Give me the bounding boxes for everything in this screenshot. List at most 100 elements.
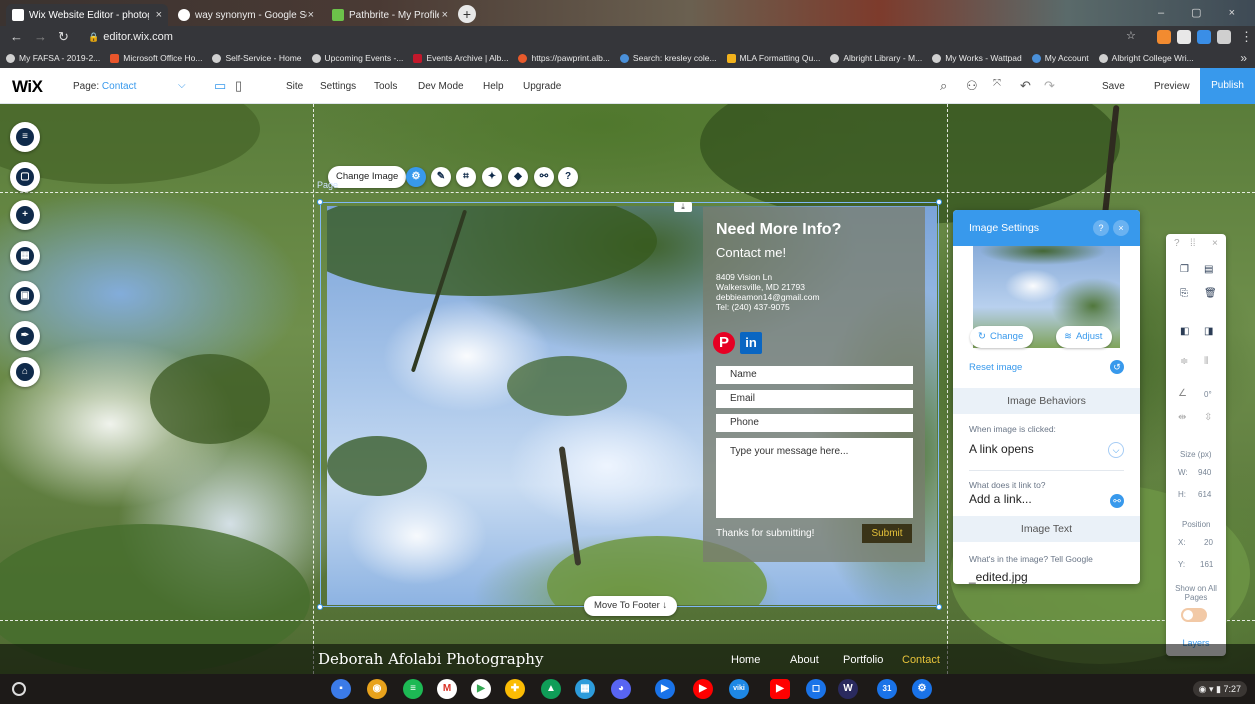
reset-icon[interactable]: ↺ bbox=[1110, 360, 1124, 374]
drive-app-icon[interactable]: ▲ bbox=[541, 679, 561, 699]
redo-icon[interactable]: ↷ bbox=[1044, 78, 1055, 94]
chrome-app-icon[interactable]: ◉ bbox=[367, 679, 387, 699]
align-icon[interactable]: ≑ bbox=[1180, 356, 1188, 367]
wix-logo[interactable]: WiX bbox=[12, 77, 43, 97]
flip-horizontal-icon[interactable]: ⇹ bbox=[1178, 412, 1186, 423]
anchor-icon[interactable]: ⤓ bbox=[674, 202, 692, 212]
close-icon[interactable]: × bbox=[1212, 238, 1218, 249]
bookmark-item[interactable]: My Works - Wattpad bbox=[932, 53, 1022, 63]
extension-icon[interactable] bbox=[1157, 30, 1171, 44]
distribute-icon[interactable]: ⦀ bbox=[1204, 356, 1208, 367]
message-field[interactable]: Type your message here... bbox=[716, 438, 913, 518]
menu-dev-mode[interactable]: Dev Mode bbox=[418, 81, 464, 92]
tab-close-icon[interactable]: × bbox=[156, 9, 162, 21]
bookmark-item[interactable]: My FAFSA - 2019-2... bbox=[6, 53, 100, 63]
phone-field[interactable]: Phone bbox=[716, 414, 913, 432]
menu-upgrade[interactable]: Upgrade bbox=[523, 81, 561, 92]
spotify-app-icon[interactable]: ≡ bbox=[403, 679, 423, 699]
desktop-view-icon[interactable]: ▭ bbox=[214, 78, 226, 94]
chevron-down-icon[interactable]: ⌵ bbox=[1108, 442, 1124, 458]
footer-nav-contact[interactable]: Contact bbox=[902, 654, 940, 666]
email-address[interactable]: debbieamon14@gmail.com bbox=[716, 292, 820, 302]
linkedin-icon[interactable]: in bbox=[740, 332, 762, 354]
youtube-music-app-icon[interactable]: ▶ bbox=[693, 679, 713, 699]
flip-vertical-icon[interactable]: ⇳ bbox=[1204, 412, 1212, 423]
bring-forward-icon[interactable]: ◧ bbox=[1180, 326, 1189, 337]
blog-button[interactable]: ✒ bbox=[10, 321, 40, 351]
extension-icon[interactable] bbox=[1177, 30, 1191, 44]
show-on-all-pages-toggle[interactable] bbox=[1181, 608, 1207, 622]
reset-image-link[interactable]: Reset image bbox=[969, 362, 1022, 373]
crop-icon[interactable]: ⌗ bbox=[456, 167, 476, 187]
reload-icon[interactable]: ↻ bbox=[58, 29, 69, 45]
add-apps-button[interactable]: ▦ bbox=[10, 241, 40, 271]
page-selector[interactable]: Page: Contact bbox=[73, 81, 136, 92]
height-value[interactable]: 614 bbox=[1198, 490, 1211, 499]
settings-app-icon[interactable]: ⚙ bbox=[912, 679, 932, 699]
alt-text-field[interactable]: _edited.jpg bbox=[969, 570, 1028, 584]
photos-app-icon[interactable]: ✚ bbox=[505, 679, 525, 699]
tab-pathbrite[interactable]: Pathbrite - My Profile × bbox=[326, 4, 454, 26]
media-app-icon[interactable]: ▶ bbox=[655, 679, 675, 699]
screen-capture-app-icon[interactable]: ◻ bbox=[806, 679, 826, 699]
bookmark-item[interactable]: Microsoft Office Ho... bbox=[110, 53, 202, 63]
duplicate-icon[interactable]: ⎘ bbox=[1180, 288, 1188, 299]
preview-button[interactable]: Preview bbox=[1154, 81, 1190, 92]
footer-nav-home[interactable]: Home bbox=[731, 654, 760, 666]
bookmark-item[interactable]: Albright College Wri... bbox=[1098, 53, 1194, 63]
discord-app-icon[interactable]: ◕ bbox=[611, 679, 631, 699]
delete-icon[interactable]: 🗑 bbox=[1204, 288, 1217, 299]
extension-icon[interactable] bbox=[1197, 30, 1211, 44]
media-manager-button[interactable]: ▣ bbox=[10, 281, 40, 311]
business-tools-button[interactable]: ⌂ bbox=[10, 357, 40, 387]
menu-help[interactable]: Help bbox=[483, 81, 504, 92]
help-icon[interactable]: ? bbox=[558, 167, 578, 187]
add-link-field[interactable]: Add a link... bbox=[969, 492, 1032, 506]
browser-menu-icon[interactable]: ⋮ bbox=[1240, 29, 1253, 45]
undo-icon[interactable]: ↶ bbox=[1020, 78, 1031, 94]
bookmark-item[interactable]: Self-Service - Home bbox=[212, 53, 302, 63]
collaborators-icon[interactable]: ⚇ bbox=[966, 78, 978, 94]
settings-gear-icon[interactable]: ⚙ bbox=[406, 167, 426, 187]
paste-icon[interactable]: ▤ bbox=[1204, 264, 1213, 275]
chevron-down-icon[interactable]: ⌵ bbox=[178, 80, 186, 91]
bookmark-star-icon[interactable]: ☆ bbox=[1126, 29, 1136, 42]
menu-site[interactable]: Site bbox=[286, 81, 303, 92]
help-icon[interactable]: ? bbox=[1174, 238, 1180, 249]
fit-to-screen-icon[interactable]: ⤧ bbox=[993, 78, 1001, 89]
site-design-button[interactable]: ▢ bbox=[10, 162, 40, 192]
extensions-puzzle-icon[interactable] bbox=[1217, 30, 1231, 44]
bookmark-item[interactable]: My Account bbox=[1031, 53, 1089, 63]
tab-wix-editor[interactable]: Wix Website Editor - photography × bbox=[6, 4, 168, 26]
bookmark-item[interactable]: Albright Library - M... bbox=[830, 53, 922, 63]
footer-nav-portfolio[interactable]: Portfolio bbox=[843, 654, 883, 666]
play-store-app-icon[interactable]: ▶ bbox=[471, 679, 491, 699]
footer-nav-about[interactable]: About bbox=[790, 654, 819, 666]
google-duo-app-icon[interactable]: 31 bbox=[877, 679, 897, 699]
drag-handle-icon[interactable]: ⁞⁞ bbox=[1190, 238, 1196, 249]
email-field[interactable]: Email bbox=[716, 390, 913, 408]
resize-handle[interactable] bbox=[317, 604, 323, 610]
files-app-icon[interactable]: ▪ bbox=[331, 679, 351, 699]
menu-tools[interactable]: Tools bbox=[374, 81, 397, 92]
rotate-icon[interactable]: ∠ bbox=[1178, 388, 1187, 399]
submit-button[interactable]: Submit bbox=[862, 524, 912, 543]
bookmark-item[interactable]: https://pawprint.alb... bbox=[518, 53, 610, 63]
bookmark-item[interactable]: Events Archive | Alb... bbox=[413, 53, 508, 63]
launcher-icon[interactable] bbox=[12, 682, 26, 696]
bookmark-item[interactable]: Upcoming Events -... bbox=[311, 53, 403, 63]
x-value[interactable]: 20 bbox=[1204, 538, 1213, 547]
new-tab-button[interactable]: + bbox=[458, 5, 476, 23]
rotation-value[interactable]: 0° bbox=[1204, 390, 1212, 399]
link-icon[interactable]: ⚯ bbox=[1110, 494, 1124, 508]
change-image-button[interactable]: Change Image bbox=[328, 166, 407, 188]
publish-button[interactable]: Publish bbox=[1200, 68, 1255, 104]
animation-icon[interactable]: ◆ bbox=[508, 167, 528, 187]
back-arrow-icon[interactable]: ← bbox=[10, 29, 23, 44]
pages-menu-button[interactable]: ≡ bbox=[10, 122, 40, 152]
zoom-search-icon[interactable]: ⌕ bbox=[940, 78, 947, 94]
change-image-pill[interactable]: ↻ Change bbox=[970, 326, 1034, 348]
bookmark-item[interactable]: Search: kresley cole... bbox=[619, 53, 717, 63]
when-clicked-dropdown[interactable]: A link opens bbox=[969, 442, 1034, 456]
classroom-app-icon[interactable]: ▦ bbox=[575, 679, 595, 699]
